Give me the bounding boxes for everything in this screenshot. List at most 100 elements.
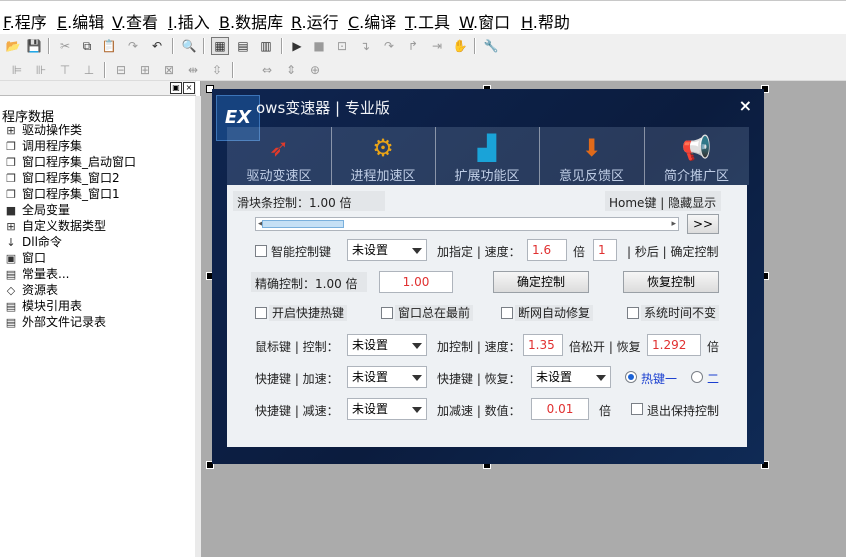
center-both-icon[interactable]: ⊕: [306, 61, 324, 79]
tree-item-external-files[interactable]: ▤ 外部文件记录表: [4, 314, 106, 330]
undo-icon[interactable]: ↶: [148, 37, 166, 55]
align-left-icon[interactable]: ⊫: [8, 61, 26, 79]
hand-icon[interactable]: ✋: [451, 37, 469, 55]
slider-right-arrow-icon[interactable]: ▸: [671, 219, 676, 229]
h-spacing-icon[interactable]: ⇹: [184, 61, 202, 79]
slider-thumb[interactable]: [262, 220, 344, 228]
menu-help[interactable]: H.帮助: [521, 9, 570, 33]
panel-header: ▣ ×: [0, 81, 196, 96]
open-icon[interactable]: 📂: [4, 37, 22, 55]
quick-accel-select[interactable]: 未设置: [347, 366, 427, 388]
center-v-icon[interactable]: ⇕: [282, 61, 300, 79]
tree-item-driver-class[interactable]: ⊞ 驱动操作类: [4, 122, 82, 138]
specify-speed-input[interactable]: 1.6: [527, 239, 567, 261]
restore-control-button[interactable]: 恢复控制: [623, 271, 719, 293]
hotkey-two-radio[interactable]: [691, 371, 703, 383]
speeder-window[interactable]: EX ows变速器 | 专业版 × ➶ 驱动变速区 ⚙ 进程加速区 ▟ 扩展功能…: [212, 89, 764, 464]
redo-icon[interactable]: ↷: [124, 37, 142, 55]
release-restore-input[interactable]: 1.292: [647, 334, 701, 356]
tree-item-global-vars[interactable]: ■ 全局变量: [4, 202, 70, 218]
align-center-icon[interactable]: ⊪: [32, 61, 50, 79]
menu-edit[interactable]: E.编辑: [57, 9, 104, 33]
smart-key-select[interactable]: 未设置: [347, 239, 427, 261]
systime-checkbox[interactable]: [627, 307, 639, 319]
toolbar-separator: [203, 38, 205, 54]
find-icon[interactable]: 🔍: [180, 37, 198, 55]
tree-item-module-refs[interactable]: ▤ 模块引用表: [4, 298, 82, 314]
tree-item-resources[interactable]: ◇ 资源表: [4, 282, 58, 298]
slider-title: 滑块条控制：1.00 倍: [237, 196, 352, 210]
align-bottom-icon[interactable]: ⊥: [80, 61, 98, 79]
hotkey-enable-checkbox[interactable]: [255, 307, 267, 319]
same-width-icon[interactable]: ⊟: [112, 61, 130, 79]
dll-icon: ↓: [6, 236, 16, 249]
tree-item-custom-types[interactable]: ⊞ 自定义数据类型: [4, 218, 106, 234]
same-size-icon[interactable]: ⊠: [160, 61, 178, 79]
slider-more-button[interactable]: >>: [687, 214, 719, 234]
smart-control-label: 智能控制键: [271, 245, 332, 259]
step-icon[interactable]: ⊡: [333, 37, 351, 55]
exit-keep-checkbox[interactable]: [631, 403, 643, 415]
tab-feedback[interactable]: ⬇ 意见反馈区: [539, 127, 645, 185]
assembly-icon: ❐: [6, 140, 16, 153]
close-icon[interactable]: ×: [183, 82, 195, 94]
menu-run[interactable]: R.运行: [291, 9, 339, 33]
tree-item-window1[interactable]: ❐ 窗口程序集_窗口1: [4, 186, 120, 202]
tree-item-dll-commands[interactable]: ↓ Dll命令: [4, 234, 62, 250]
specify-seconds-input[interactable]: 1: [593, 239, 617, 261]
tab-driver-speed[interactable]: ➶ 驱动变速区: [227, 127, 332, 185]
offline-repair-checkbox[interactable]: [501, 307, 513, 319]
menu-compile[interactable]: C.编译: [348, 9, 396, 33]
paste-icon[interactable]: 📋: [100, 37, 118, 55]
quick-decel-select[interactable]: 未设置: [347, 398, 427, 420]
run-to-icon[interactable]: ⇥: [428, 37, 446, 55]
tree-item-constants[interactable]: ▤ 常量表...: [4, 266, 70, 282]
align-top-icon[interactable]: ⊤: [56, 61, 74, 79]
layout-3-icon[interactable]: ▥: [257, 37, 275, 55]
menu-bar: F.程序 E.编辑 V.查看 I.插入 B.数据库 R.运行 C.编译 T.工具…: [0, 0, 846, 35]
precise-value-input[interactable]: 1.00: [379, 271, 453, 293]
speed-slider[interactable]: ◂ ▸: [255, 217, 679, 231]
quick-restore-select[interactable]: 未设置: [531, 366, 611, 388]
cut-icon[interactable]: ✂: [56, 37, 74, 55]
layout-2-icon[interactable]: ▤: [234, 37, 252, 55]
menu-program[interactable]: F.程序: [3, 9, 47, 33]
center-h-icon[interactable]: ⇔: [258, 61, 276, 79]
menu-window[interactable]: W.窗口: [459, 9, 510, 33]
step-over-icon[interactable]: ↷: [380, 37, 398, 55]
menu-view[interactable]: V.查看: [112, 9, 158, 33]
tree-item-windows[interactable]: ▣ 窗口: [4, 250, 46, 266]
run-icon[interactable]: ▶: [288, 37, 306, 55]
tab-process-accel[interactable]: ⚙ 进程加速区: [331, 127, 436, 185]
tree-item-call-assembly[interactable]: ❐ 调用程序集: [4, 138, 82, 154]
tab-about[interactable]: 📢 简介推广区: [644, 127, 749, 185]
topmost-checkbox[interactable]: [381, 307, 393, 319]
toolbar-separator: [172, 38, 174, 54]
times-label: 倍: [599, 404, 612, 418]
smart-control-checkbox[interactable]: [255, 245, 267, 257]
tree-item-startup-window[interactable]: ❐ 窗口程序集_启动窗口: [4, 154, 136, 170]
layout-1-icon[interactable]: ▦: [211, 37, 229, 55]
save-icon[interactable]: 💾: [25, 37, 43, 55]
menu-insert[interactable]: I.插入: [168, 9, 210, 33]
tab-extensions[interactable]: ▟ 扩展功能区: [435, 127, 540, 185]
same-height-icon[interactable]: ⊞: [136, 61, 154, 79]
decel-value-input[interactable]: 0.01: [531, 398, 589, 420]
debug-tool-icon[interactable]: 🔧: [482, 37, 500, 55]
step-into-icon[interactable]: ↴: [356, 37, 374, 55]
copy-icon[interactable]: ⧉: [78, 37, 96, 55]
menu-tools[interactable]: T.工具: [405, 9, 450, 33]
step-out-icon[interactable]: ↱: [404, 37, 422, 55]
stop-icon[interactable]: ■: [310, 37, 328, 55]
mouse-key-select[interactable]: 未设置: [347, 334, 427, 356]
hotkey-one-radio[interactable]: [625, 371, 637, 383]
pin-icon[interactable]: ▣: [170, 82, 182, 94]
add-control-speed-input[interactable]: 1.35: [523, 334, 563, 356]
hotkey-two-label: 二: [707, 372, 720, 386]
close-icon[interactable]: ×: [739, 96, 752, 115]
confirm-control-button[interactable]: 确定控制: [493, 271, 589, 293]
menu-database[interactable]: B.数据库: [219, 9, 283, 33]
specify-speed-label: 加指定 | 速度：: [437, 245, 521, 259]
v-spacing-icon[interactable]: ⇳: [208, 61, 226, 79]
tree-item-window2[interactable]: ❐ 窗口程序集_窗口2: [4, 170, 120, 186]
